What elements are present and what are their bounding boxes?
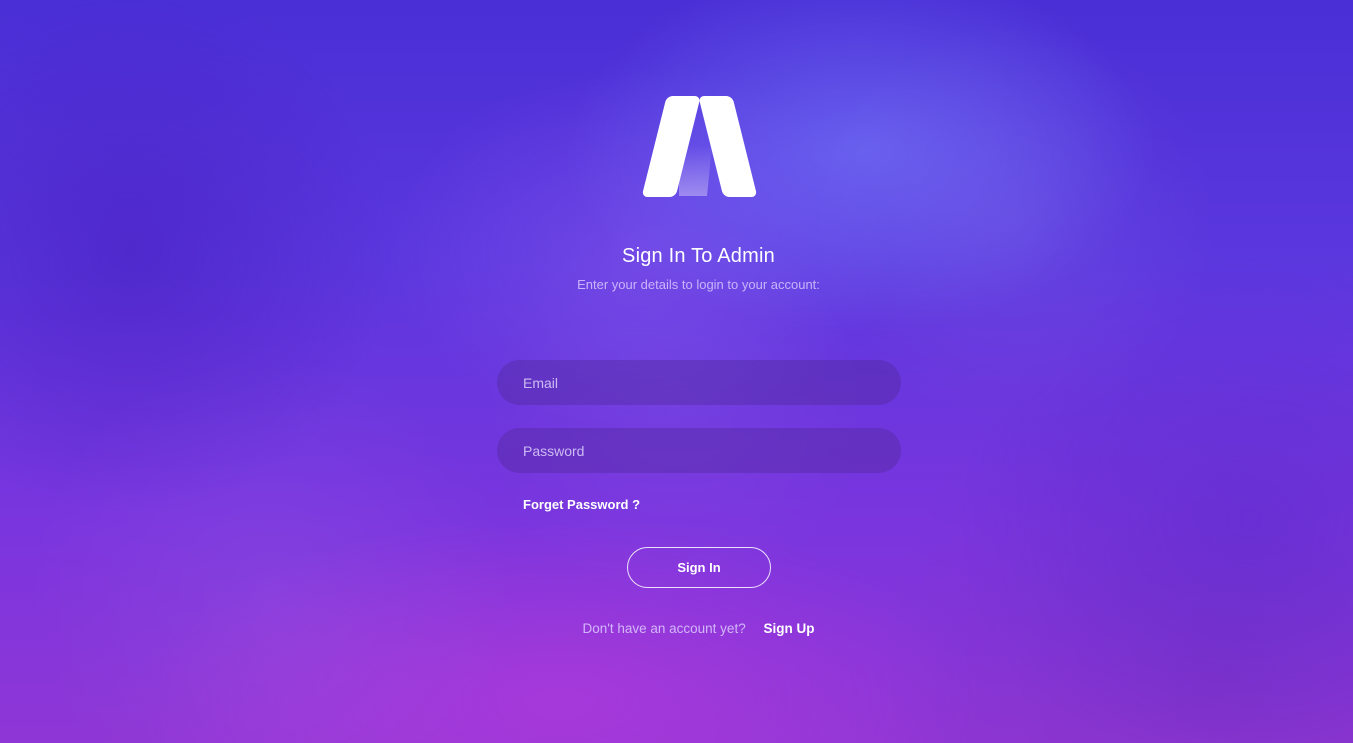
password-field[interactable] <box>497 428 901 473</box>
login-container: Sign In To Admin Enter your details to l… <box>0 0 1353 743</box>
forgot-password-link[interactable]: Forget Password ? <box>523 497 640 512</box>
page-title: Sign In To Admin <box>622 245 775 267</box>
sign-up-link[interactable]: Sign Up <box>763 621 814 636</box>
m-letter-logo-icon <box>624 95 774 201</box>
sign-in-button[interactable]: Sign In <box>627 547 771 588</box>
page-subtitle: Enter your details to login to your acco… <box>577 277 820 292</box>
signup-prompt: Don't have an account yet? Sign Up <box>0 621 1353 636</box>
email-field[interactable] <box>497 360 901 405</box>
no-account-text: Don't have an account yet? <box>582 621 746 636</box>
